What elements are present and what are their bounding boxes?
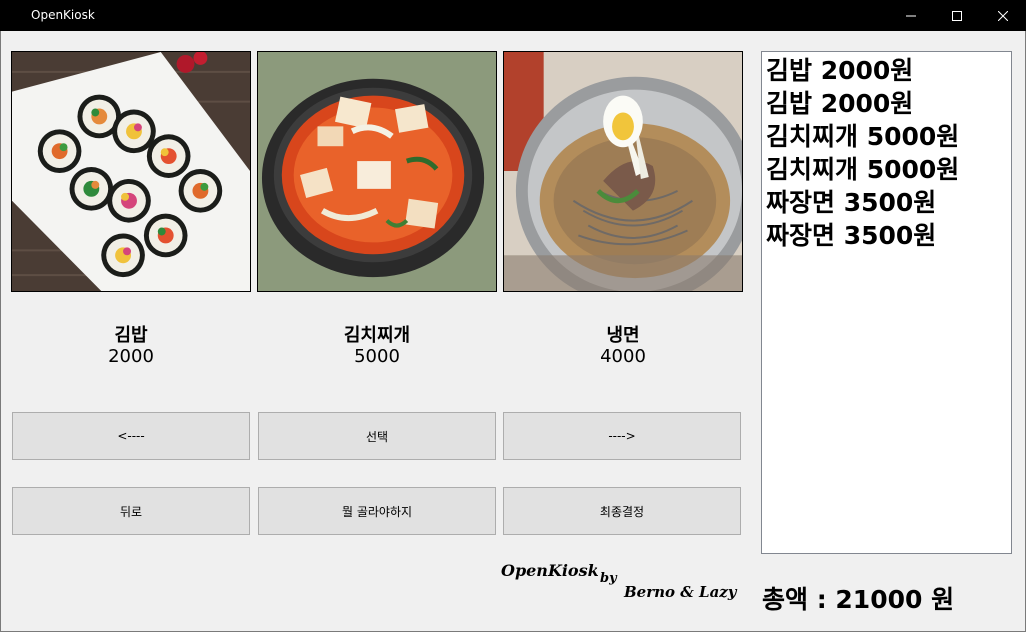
menu-name-2: 김치찌개 (343, 325, 411, 346)
title-bar: OpenKiosk (0, 0, 1026, 31)
menu-caption-2: 김치찌개 5000 (257, 325, 497, 367)
back-button[interactable]: 뒤로 (12, 487, 250, 535)
menu-name-3: 냉면 (606, 325, 640, 346)
prev-button[interactable]: <---- (12, 412, 250, 460)
close-icon (998, 10, 1008, 21)
total-amount: 총액 : 21000 원 (762, 585, 955, 614)
next-button[interactable]: ----> (503, 412, 741, 460)
order-item[interactable]: 짜장면 3500원 (766, 186, 1007, 219)
minimize-button[interactable] (888, 0, 934, 31)
select-button[interactable]: 선택 (258, 412, 496, 460)
order-list[interactable]: 김밥 2000원 김밥 2000원 김치찌개 5000원 김치찌개 5000원 … (761, 51, 1012, 554)
final-decision-button[interactable]: 최종결정 (503, 487, 741, 535)
gimbap-photo[interactable] (11, 51, 251, 292)
menu-caption-3: 냉면 4000 (503, 325, 743, 367)
menu-price-3: 4000 (600, 346, 646, 367)
order-item[interactable]: 김밥 2000원 (766, 54, 1007, 87)
menu-caption-1: 김밥 2000 (11, 325, 251, 367)
minimize-icon (906, 15, 916, 16)
menu-name-1: 김밥 (114, 325, 148, 346)
order-item[interactable]: 김치찌개 5000원 (766, 120, 1007, 153)
menu-price-1: 2000 (108, 346, 154, 367)
maximize-button[interactable] (934, 0, 980, 31)
order-item[interactable]: 김치찌개 5000원 (766, 153, 1007, 186)
window-title: OpenKiosk (31, 8, 95, 22)
what-to-choose-button[interactable]: 뭘 골라야하지 (258, 487, 496, 535)
maximize-icon (952, 10, 962, 21)
credit-app-name: OpenKiosk (501, 561, 599, 580)
menu-price-2: 5000 (354, 346, 400, 367)
credit-by: by (600, 571, 617, 586)
credit-authors: Berno & Lazy (624, 583, 737, 601)
order-item[interactable]: 짜장면 3500원 (766, 219, 1007, 252)
close-button[interactable] (980, 0, 1026, 31)
kimchi-stew-photo[interactable] (257, 51, 497, 292)
order-item[interactable]: 김밥 2000원 (766, 87, 1007, 120)
naengmyeon-photo[interactable] (503, 51, 743, 292)
